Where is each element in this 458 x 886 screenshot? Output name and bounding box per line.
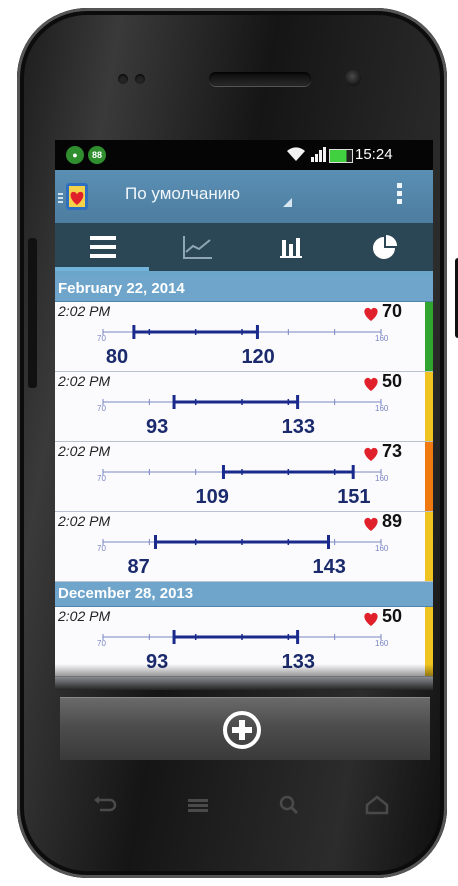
status-color-stripe	[425, 372, 433, 441]
clock: 15:24	[355, 146, 393, 163]
menu-icon[interactable]	[185, 792, 211, 818]
scale-max-label: 160	[375, 474, 389, 483]
earpiece-speaker	[209, 72, 311, 86]
scale-max-label: 160	[375, 544, 389, 553]
scale-max-label: 160	[375, 334, 389, 343]
overflow-menu-icon[interactable]	[397, 183, 403, 207]
tab-list[interactable]	[55, 223, 149, 271]
systolic-low-value: 87	[127, 556, 150, 578]
action-bar: По умолчанию	[55, 170, 433, 223]
back-icon[interactable]	[92, 792, 118, 818]
hardware-nav-keys	[60, 780, 430, 830]
measurement-row[interactable]: 2:02 PM 73 70 160 109 151	[55, 441, 433, 512]
list-icon	[86, 236, 116, 258]
notification-icon: ●	[66, 146, 84, 164]
scale-max-label: 160	[375, 639, 389, 648]
battery-icon	[329, 149, 353, 163]
systolic-high-value: 151	[337, 486, 371, 508]
pressure-range-bar: 70 160	[97, 535, 389, 553]
tab-line-chart[interactable]	[151, 223, 245, 271]
front-camera	[345, 70, 361, 86]
tab-bar	[55, 223, 433, 277]
measurement-row[interactable]: 2:02 PM 70 70 160 80 120	[55, 301, 433, 372]
tab-bar-chart[interactable]	[247, 223, 341, 271]
scale-max-label: 160	[375, 404, 389, 413]
app-heart-logo-icon[interactable]	[58, 180, 90, 212]
measurement-row[interactable]: 2:02 PM 50 70 160 93 133	[55, 371, 433, 442]
scale-min-label: 70	[97, 474, 106, 483]
status-bar: ● 88 15:24	[55, 140, 433, 170]
systolic-high-value: 133	[281, 416, 315, 438]
app-screen: ● 88 15:24 По умолчанию February 22, 201…	[55, 140, 433, 690]
tab-pie-chart[interactable]	[339, 223, 433, 271]
date-header: February 22, 2014	[55, 277, 433, 302]
pie-chart-icon	[373, 235, 397, 259]
add-circle-icon[interactable]	[222, 710, 262, 750]
measurement-row[interactable]: 2:02 PM 89 70 160 87 143	[55, 511, 433, 582]
signal-icon	[311, 147, 326, 162]
search-icon[interactable]	[276, 792, 302, 818]
systolic-low-value: 109	[195, 486, 229, 508]
bottom-bar	[60, 697, 430, 760]
home-icon[interactable]	[364, 792, 390, 818]
date-header: December 28, 2013	[55, 582, 433, 607]
wifi-icon	[287, 147, 305, 161]
proximity-sensor	[118, 74, 128, 84]
scale-min-label: 70	[97, 544, 106, 553]
systolic-high-value: 120	[241, 346, 275, 368]
systolic-low-value: 80	[105, 346, 129, 368]
systolic-low-value: 93	[146, 416, 169, 438]
scale-min-label: 70	[97, 639, 106, 648]
light-sensor	[135, 74, 145, 84]
measurement-list: February 22, 2014 2:02 PM 70 70 160 80 120 2:02…	[55, 277, 433, 677]
systolic-high-value: 143	[312, 556, 346, 578]
status-color-stripe	[425, 302, 433, 371]
status-color-stripe	[425, 512, 433, 581]
pressure-range-bar: 70 160	[97, 395, 389, 413]
notification-badge: 88	[88, 146, 106, 164]
bar-chart-icon	[280, 238, 302, 258]
status-color-stripe	[425, 442, 433, 511]
scale-min-label: 70	[97, 404, 106, 413]
volume-key	[28, 238, 37, 388]
profile-selector[interactable]: По умолчанию	[125, 184, 240, 204]
list-fade	[55, 664, 433, 690]
spinner-arrow-icon	[283, 198, 292, 207]
scale-min-label: 70	[97, 334, 106, 343]
line-chart-icon	[183, 236, 212, 259]
